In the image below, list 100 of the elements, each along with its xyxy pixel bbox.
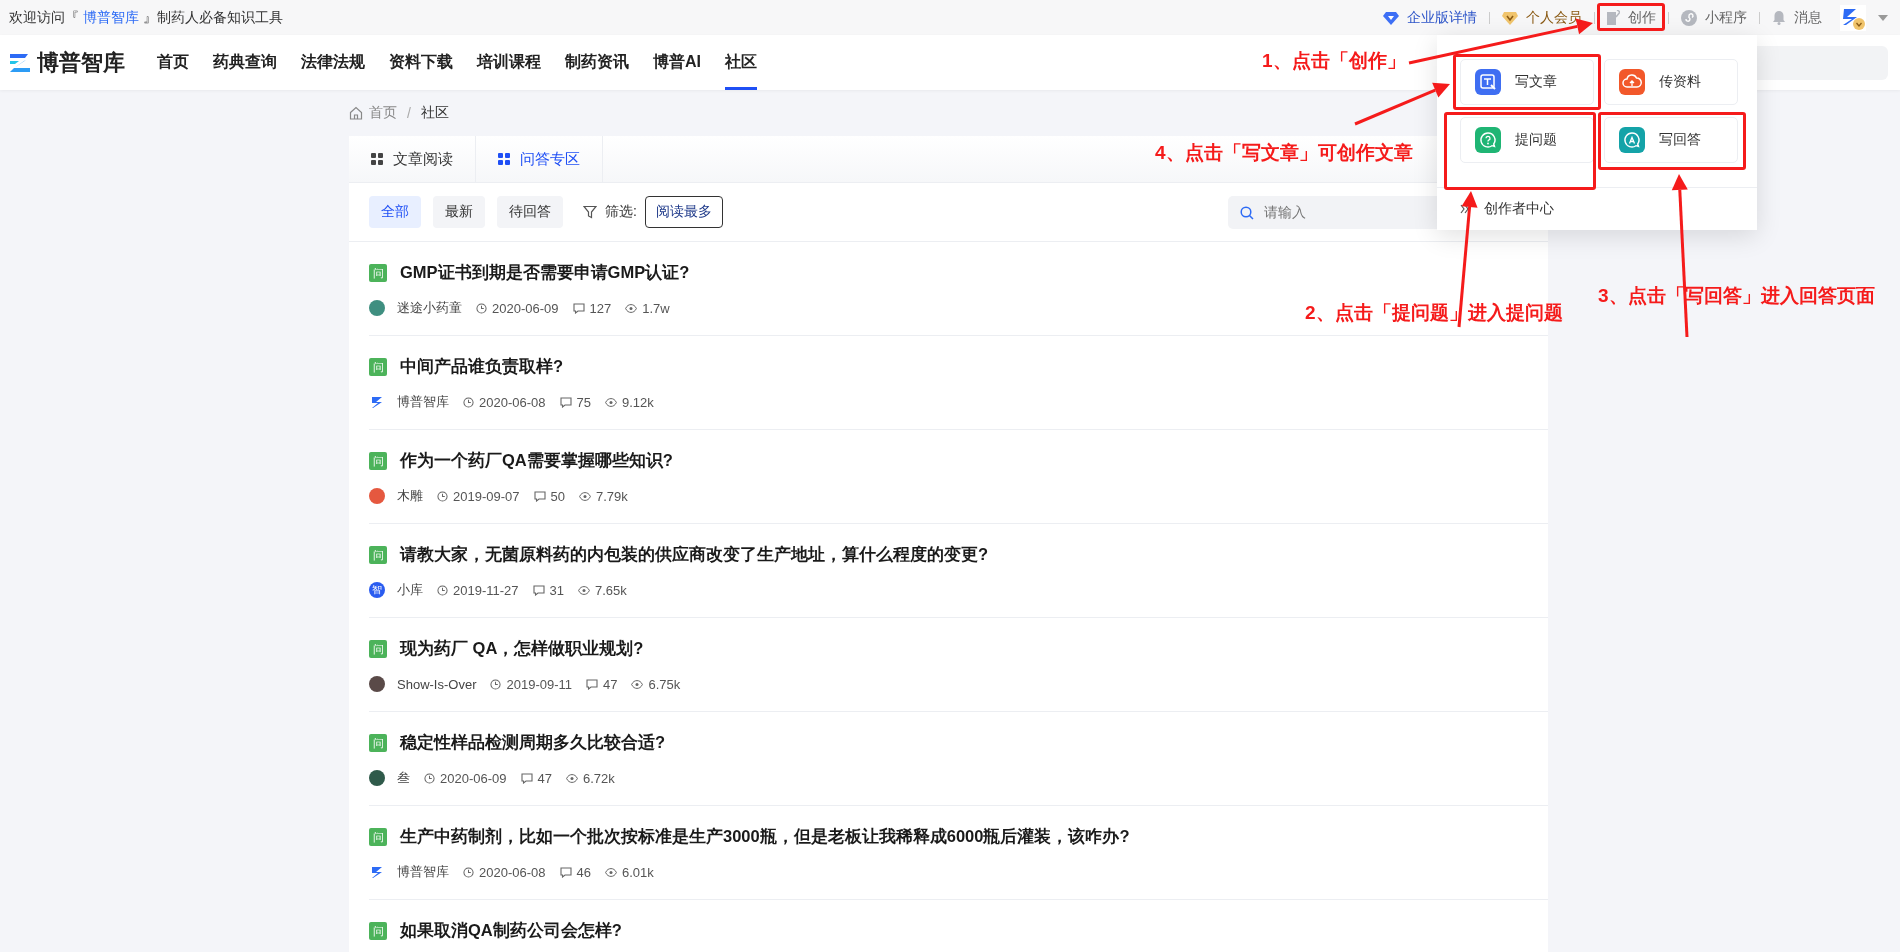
welcome-text: 欢迎访问『 博普智库 』制药人必备知识工具 xyxy=(9,8,283,27)
mini-program-icon xyxy=(1681,9,1697,26)
eye-icon xyxy=(565,773,578,783)
home-icon xyxy=(349,106,363,120)
question-badge: 问 xyxy=(369,452,387,470)
question-title[interactable]: GMP证书到期是否需要申请GMP认证? xyxy=(400,262,690,284)
question-title[interactable]: 作为一个药厂QA需要掌握哪些知识? xyxy=(400,450,673,472)
diamond-icon xyxy=(1383,10,1399,25)
post-date: 2020-06-09 xyxy=(492,300,559,316)
top-bar-link[interactable]: 小程序 xyxy=(1681,8,1747,27)
view-count: 6.75k xyxy=(648,676,681,692)
view-count: 7.65k xyxy=(595,582,627,598)
comment-icon xyxy=(559,396,572,408)
comment-count: 46 xyxy=(576,864,591,880)
section-tab[interactable]: 问答专区 xyxy=(476,136,603,182)
author-name[interactable]: 博普智库 xyxy=(397,863,449,881)
nav-item[interactable]: 培训课程 xyxy=(477,35,541,90)
view-count: 6.72k xyxy=(582,770,615,786)
site-link[interactable]: 博普智库 xyxy=(82,9,139,25)
filter-icon xyxy=(583,205,597,219)
author-name[interactable]: 小库 xyxy=(397,581,423,599)
comment-count: 50 xyxy=(550,488,565,504)
question-badge: 问 xyxy=(369,734,387,752)
comment-icon xyxy=(559,866,572,878)
comment-icon xyxy=(520,772,533,784)
filter-chip[interactable]: 待回答 xyxy=(497,196,563,228)
sort-select[interactable]: 阅读最多 xyxy=(644,196,723,228)
document-icon xyxy=(1607,10,1620,25)
section-tab[interactable]: 文章阅读 xyxy=(349,136,476,182)
question-title[interactable]: 中间产品谁负责取样? xyxy=(400,356,564,378)
caret-icon[interactable] xyxy=(1878,14,1888,21)
post-date: 2019-11-27 xyxy=(453,582,519,598)
clock-icon xyxy=(463,866,474,878)
comment-icon xyxy=(572,302,585,314)
highlight-frame xyxy=(1597,3,1665,31)
site-logo-text[interactable]: 博普智库 xyxy=(37,47,125,78)
annotation-text: 4、点击「写文章」可创作文章 xyxy=(1155,141,1413,165)
clock-icon xyxy=(437,584,448,596)
nav-item[interactable]: 制药资讯 xyxy=(565,35,629,90)
author-name[interactable]: 叁 xyxy=(397,769,410,787)
nav-item[interactable]: 法律法规 xyxy=(301,35,365,90)
author-name[interactable]: 木雕 xyxy=(397,487,423,505)
post-date: 2020-06-08 xyxy=(479,864,546,880)
filter-label: 筛选: xyxy=(605,203,637,221)
eye-icon xyxy=(604,397,617,407)
author-name[interactable]: 博普智库 xyxy=(397,393,449,411)
top-bar-link[interactable]: 创作 xyxy=(1607,8,1656,27)
clock-icon xyxy=(424,772,435,784)
clock-icon xyxy=(437,490,448,502)
filter-chip[interactable]: 全部 xyxy=(369,196,421,228)
filter-chip[interactable]: 最新 xyxy=(433,196,485,228)
logo-icon xyxy=(9,51,31,74)
question-title[interactable]: 请教大家，无菌原料药的内包装的供应商改变了生产地址，算什么程度的变更? xyxy=(400,544,989,566)
question-title[interactable]: 生产中药制剂，比如一个批次按标准是生产3000瓶，但是老板让我稀释成6000瓶后灌装，该咋办? xyxy=(400,826,1130,848)
question-badge: 问 xyxy=(369,264,387,282)
top-bar-link[interactable]: 消息 xyxy=(1772,8,1822,27)
create-menu-item[interactable]: 传资料 xyxy=(1604,59,1738,105)
nav-item[interactable]: 社区 xyxy=(725,35,757,90)
top-bar-link[interactable]: 企业版详情 xyxy=(1383,8,1477,27)
view-count: 7.79k xyxy=(595,488,628,504)
comment-icon xyxy=(586,678,598,690)
question-badge: 问 xyxy=(369,640,387,658)
create-menu-item[interactable]: 写回答 xyxy=(1604,117,1738,163)
nav-item[interactable]: 药典查询 xyxy=(213,35,277,90)
comment-count: 127 xyxy=(589,300,612,316)
question-badge: 问 xyxy=(369,546,387,564)
eye-icon xyxy=(625,303,638,313)
post-date: 2020-06-08 xyxy=(479,394,546,410)
question-title[interactable]: 如果取消QA制药公司会怎样? xyxy=(400,920,622,942)
author-name[interactable]: Show-Is-Over xyxy=(397,676,477,692)
question-badge: 问 xyxy=(369,358,387,376)
author-name[interactable]: 迷途小药童 xyxy=(397,299,462,317)
nav-item[interactable]: 资料下载 xyxy=(389,35,453,90)
annotation-text: 1、点击「创作」 xyxy=(1262,49,1406,73)
eye-icon xyxy=(604,867,617,877)
create-menu-item[interactable]: 写文章 xyxy=(1460,59,1594,105)
comment-count: 47 xyxy=(603,676,618,692)
user-avatar-icon[interactable] xyxy=(1840,4,1866,31)
post-date: 2020-06-09 xyxy=(440,770,507,786)
annotation-text: 2、点击「提问题」进入提问题 xyxy=(1305,301,1563,325)
question-badge: 问 xyxy=(369,922,387,940)
crown-badge-icon xyxy=(1502,10,1518,25)
comment-icon xyxy=(533,490,546,502)
clock-icon xyxy=(463,396,474,408)
question-title[interactable]: 稳定性样品检测周期多久比较合适? xyxy=(400,732,666,754)
nav-item[interactable]: 首页 xyxy=(157,35,189,90)
breadcrumb-separator: / xyxy=(407,105,411,121)
question-badge: 问 xyxy=(369,828,387,846)
breadcrumb-link[interactable]: 社区 xyxy=(420,104,449,122)
grid-icon xyxy=(371,153,383,165)
bell-icon xyxy=(1772,10,1786,25)
comment-count: 47 xyxy=(537,770,552,786)
eye-icon xyxy=(578,491,591,501)
comment-count: 75 xyxy=(576,394,591,410)
nav-item[interactable]: 博普AI xyxy=(653,35,701,90)
question-title[interactable]: 现为药厂 QA，怎样做职业规划? xyxy=(400,638,644,660)
question-bubble-icon xyxy=(1475,127,1501,153)
post-date: 2019-09-07 xyxy=(453,488,520,504)
answer-bubble-icon xyxy=(1619,127,1645,153)
cloud-upload-icon xyxy=(1619,69,1645,95)
